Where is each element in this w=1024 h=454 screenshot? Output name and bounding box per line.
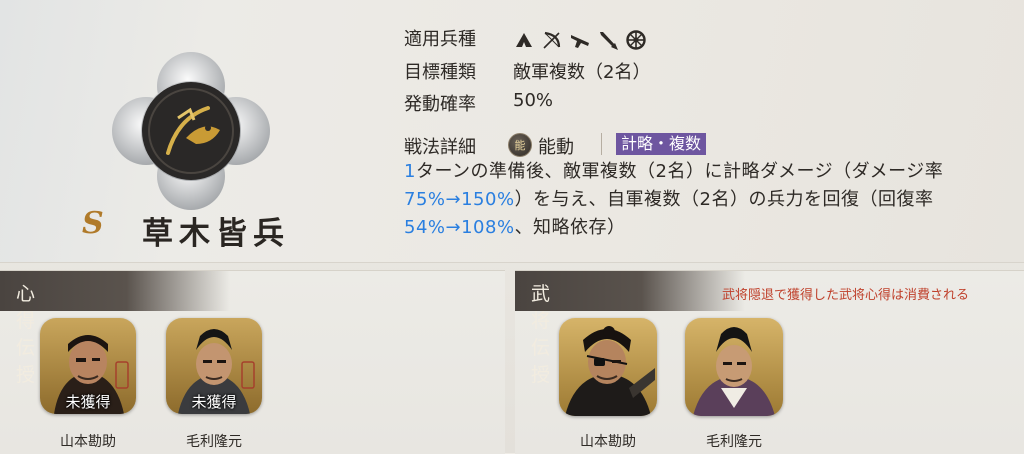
desc-heal-rate: 54%→108% <box>404 217 515 238</box>
inherit-card-yamamoto[interactable]: 未獲得 <box>40 318 136 414</box>
card-name: 毛利隆元 <box>186 434 242 450</box>
general-inherit-panel-title: 武将伝授 <box>531 283 552 386</box>
card-status: 未獲得 <box>191 393 237 411</box>
detail-label: 戦法詳細 <box>404 137 476 158</box>
info-label-rate: 発動確率 <box>404 94 476 115</box>
info-value-target: 敵軍複数（2名） <box>513 62 651 83</box>
card-name: 毛利隆元 <box>706 434 762 450</box>
detail-divider <box>601 133 602 155</box>
skill-card: S 草木皆兵 適用兵種 目標種類 敵軍複数（2名） 発動確率 50% 戦法詳細 … <box>0 0 1024 263</box>
skill-description: 1ターンの準備後、敵軍複数（2名）に計略ダメージ（ダメージ率 75%→150%）を… <box>404 158 1022 242</box>
general-card-mori[interactable] <box>685 318 783 416</box>
bow-icon <box>543 31 561 49</box>
skill-emblem-icon <box>108 48 274 214</box>
desc-text-3: 、知略依存） <box>514 217 626 238</box>
inherit-panel-title: 心得伝授 <box>16 283 37 386</box>
cavalry-icon <box>600 32 618 50</box>
gun-icon <box>571 35 589 48</box>
detail-type: 能動 <box>538 137 574 158</box>
info-label-troops: 適用兵種 <box>404 29 476 50</box>
info-label-target: 目標種類 <box>404 62 476 83</box>
inherit-panel: 心得伝授 未獲得 山本勘助 未獲得 毛利隆元 <box>0 270 505 454</box>
desc-turns: 1 <box>404 161 416 182</box>
info-value-rate: 50% <box>513 90 554 111</box>
card-name: 山本勘助 <box>60 434 116 450</box>
retire-note: 武将隠退で獲得した武将心得は消費される <box>722 288 970 303</box>
inherit-card-mori[interactable]: 未獲得 <box>166 318 262 414</box>
spear-icon <box>516 33 532 47</box>
wheel-icon <box>626 30 646 50</box>
desc-text-2: ）を与え、自軍複数（2名）の兵力を回復（回復率 <box>514 189 934 210</box>
detail-tag-badge: 計略・複数 <box>616 133 707 155</box>
card-name: 山本勘助 <box>580 434 636 450</box>
skill-grade: S <box>82 206 104 241</box>
desc-text-1: ターンの準備後、敵軍複数（2名）に計略ダメージ（ダメージ率 <box>415 161 944 182</box>
general-card-yamamoto[interactable] <box>559 318 657 416</box>
card-status: 未獲得 <box>65 393 111 411</box>
active-type-icon: 能 <box>508 133 532 157</box>
skill-name: 草木皆兵 <box>142 216 290 252</box>
desc-damage-rate: 75%→150% <box>404 189 515 210</box>
